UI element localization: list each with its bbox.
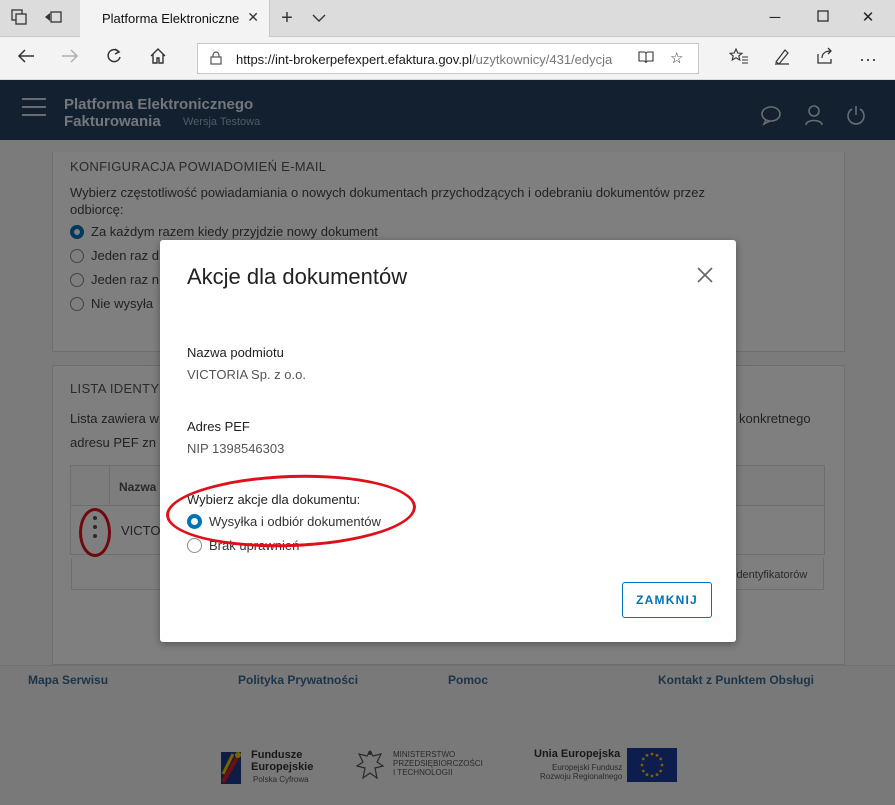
- address-bar[interactable]: https://int-brokerpefexpert.efaktura.gov…: [197, 43, 699, 74]
- home-icon[interactable]: [146, 47, 170, 71]
- pef-address-label: Adres PEF: [187, 419, 250, 434]
- forward-arrow-icon[interactable]: [58, 47, 82, 71]
- modal-title: Akcje dla dokumentów: [187, 264, 408, 289]
- entity-name-label: Nazwa podmiotu: [187, 345, 284, 360]
- pen-notes-icon[interactable]: [770, 47, 794, 71]
- minimize-icon[interactable]: ─: [764, 7, 786, 29]
- radio-icon: [187, 538, 202, 553]
- refresh-icon[interactable]: [102, 47, 126, 71]
- active-tab[interactable]: Platforma Elektroniczne ✕: [80, 0, 270, 37]
- back-arrow-icon[interactable]: [14, 47, 38, 71]
- new-tab-icon[interactable]: +: [278, 8, 296, 28]
- tab-close-icon[interactable]: ✕: [247, 9, 259, 26]
- url-text: https://int-brokerpefexpert.efaktura.gov…: [236, 52, 613, 67]
- close-button[interactable]: ZAMKNIJ: [622, 582, 712, 618]
- close-icon[interactable]: [696, 266, 714, 284]
- tab-list-chevron-icon[interactable]: [310, 9, 328, 27]
- more-menu-icon[interactable]: ···: [856, 47, 880, 71]
- document-actions-label: Wybierz akcje dla dokumentu:: [187, 492, 361, 507]
- option-send-receive[interactable]: Wysyłka i odbiór dokumentów: [187, 514, 381, 529]
- lock-icon: [210, 51, 222, 65]
- tab-actions-icon[interactable]: [10, 9, 28, 27]
- maximize-icon[interactable]: [812, 7, 834, 29]
- document-actions-modal: Akcje dla dokumentów Nazwa podmiotu VICT…: [160, 240, 736, 642]
- tab-title: Platforma Elektroniczne: [102, 11, 240, 26]
- option-no-permissions[interactable]: Brak uprawnień: [187, 538, 299, 553]
- browser-tab-bar: Platforma Elektroniczne ✕ + ─ ✕: [0, 0, 895, 37]
- window-close-icon[interactable]: ✕: [857, 7, 879, 29]
- favorites-list-icon[interactable]: [727, 47, 751, 71]
- browser-nav-bar: https://int-brokerpefexpert.efaktura.gov…: [0, 37, 895, 80]
- entity-name-value: VICTORIA Sp. z o.o.: [187, 367, 306, 382]
- pef-address-value: NIP 1398546303: [187, 441, 285, 456]
- radio-selected-icon: [187, 514, 202, 529]
- set-aside-tabs-icon[interactable]: [44, 9, 62, 27]
- reading-view-icon[interactable]: [638, 49, 654, 69]
- favorite-star-icon[interactable]: ☆: [670, 49, 683, 67]
- share-icon[interactable]: [813, 47, 837, 71]
